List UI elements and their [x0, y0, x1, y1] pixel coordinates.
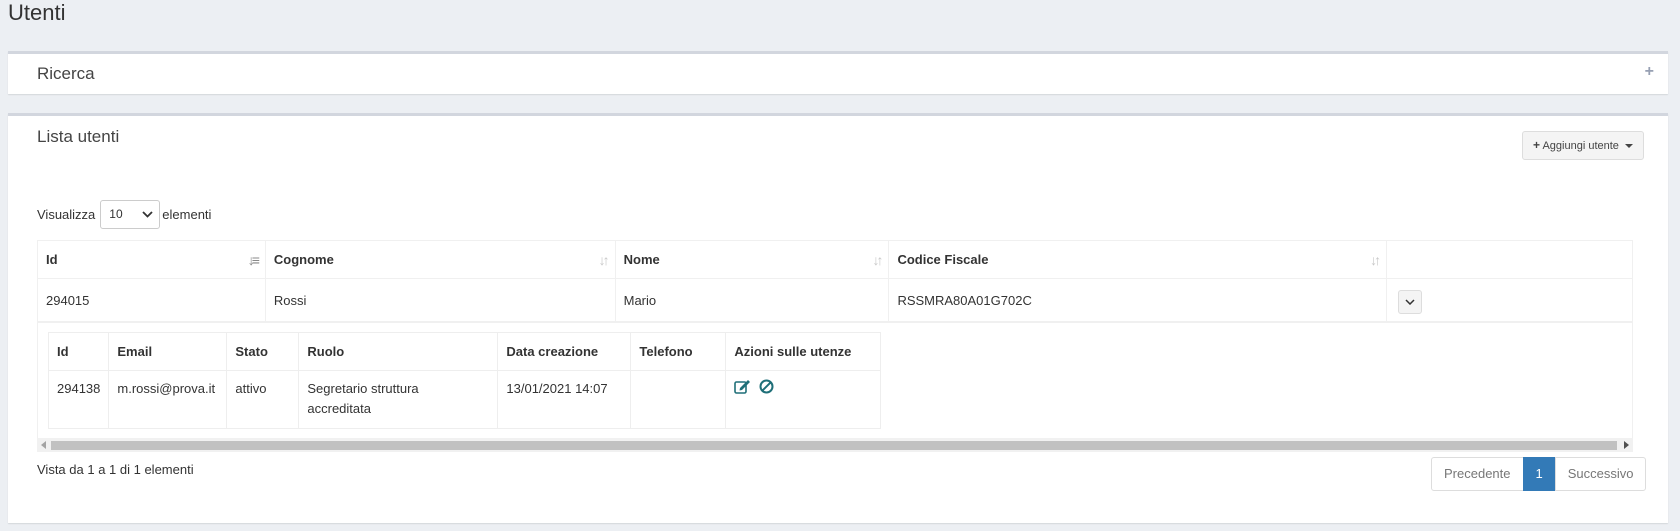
sub-column-ruolo: Ruolo [298, 332, 499, 371]
column-header-id[interactable]: Id ↓≡ [37, 240, 266, 279]
sub-cell-email: m.rossi@prova.it [108, 370, 228, 429]
cell-expand [1386, 278, 1633, 322]
add-user-button[interactable]: + Aggiungi utente [1522, 131, 1644, 160]
users-list-box: Lista utenti + Aggiungi utente Visualizz… [8, 113, 1668, 523]
row-detail-panel: Id Email Stato Ruolo Data creazione Tele… [37, 322, 1633, 440]
search-box: Ricerca + [8, 51, 1668, 94]
chevron-down-icon [1405, 299, 1415, 305]
scrollbar-thumb[interactable] [51, 441, 1617, 450]
cell-nome: Mario [614, 278, 890, 322]
ruolo-line-2: accreditata [307, 401, 371, 416]
table-header-row: Id ↓≡ Cognome ↓↑ Nome ↓↑ Codice Fiscale … [37, 240, 1633, 279]
users-table: Id ↓≡ Cognome ↓↑ Nome ↓↑ Codice Fiscale … [37, 240, 1633, 322]
pagination-page-1[interactable]: 1 [1522, 457, 1556, 491]
scroll-left-arrow-icon[interactable] [41, 441, 46, 449]
chevron-down-icon [142, 207, 153, 221]
cell-codice-fiscale: RSSMRA80A01G702C [888, 278, 1388, 322]
caret-down-icon [1624, 144, 1633, 149]
sort-icon: ↓↑ [1370, 252, 1381, 268]
table-header-row: Id Email Stato Ruolo Data creazione Tele… [47, 332, 882, 371]
scroll-right-arrow-icon[interactable] [1624, 441, 1629, 449]
length-prefix: Visualizza [37, 206, 96, 222]
column-header-codice-fiscale[interactable]: Codice Fiscale ↓↑ [888, 240, 1388, 279]
ban-icon[interactable] [759, 379, 774, 400]
pagination: Precedente 1 Successivo [1431, 457, 1647, 491]
column-header-actions [1386, 240, 1633, 279]
pagination-next[interactable]: Successivo [1554, 457, 1647, 491]
expand-row-button[interactable] [1398, 290, 1423, 314]
page-title: Utenti [8, 0, 66, 25]
sub-column-data-creazione: Data creazione [497, 332, 632, 371]
edit-icon[interactable] [734, 379, 751, 400]
pagination-previous[interactable]: Precedente [1431, 457, 1524, 491]
sub-column-stato: Stato [226, 332, 300, 371]
plus-icon: + [1533, 138, 1541, 152]
sub-cell-id: 294138 [47, 370, 110, 429]
table-row: 294138 m.rossi@prova.it attivo Segretari… [47, 370, 882, 429]
cell-cognome: Rossi [264, 278, 616, 322]
sub-cell-ruolo: Segretario struttura accreditata [298, 370, 499, 429]
cell-id: 294015 [37, 278, 266, 322]
page-length-value: 10 [109, 207, 123, 221]
page-length-select[interactable]: 10 [100, 199, 161, 229]
sub-column-email: Email [108, 332, 228, 371]
sub-cell-data-creazione: 13/01/2021 14:07 [497, 370, 632, 429]
add-user-label: Aggiungi utente [1542, 140, 1619, 152]
sort-icon: ↓↑ [872, 252, 883, 268]
utenze-table: Id Email Stato Ruolo Data creazione Tele… [47, 332, 882, 429]
sub-column-azioni: Azioni sulle utenze [725, 332, 882, 371]
users-list-title: Lista utenti [37, 127, 120, 146]
table-info: Vista da 1 a 1 di 1 elementi [37, 462, 194, 477]
page-length-control: Visualizza 10 elementi [37, 199, 211, 229]
sub-cell-telefono [630, 370, 727, 429]
column-header-cognome[interactable]: Cognome ↓↑ [264, 240, 616, 279]
ruolo-line-1: Segretario struttura [307, 381, 419, 396]
search-box-title: Ricerca [37, 64, 95, 83]
plus-icon[interactable]: + [1645, 63, 1654, 81]
horizontal-scrollbar[interactable] [37, 438, 1633, 452]
sort-icon: ↓↑ [598, 252, 610, 268]
sub-column-telefono: Telefono [630, 332, 727, 371]
column-header-nome[interactable]: Nome ↓↑ [614, 240, 890, 279]
sort-desc-icon: ↓≡ [247, 252, 260, 268]
sub-column-id: Id [47, 332, 110, 371]
length-suffix: elementi [162, 206, 212, 222]
sub-cell-stato: attivo [226, 370, 300, 429]
sub-cell-azioni [725, 370, 882, 429]
table-row: 294015 Rossi Mario RSSMRA80A01G702C [37, 278, 1633, 322]
